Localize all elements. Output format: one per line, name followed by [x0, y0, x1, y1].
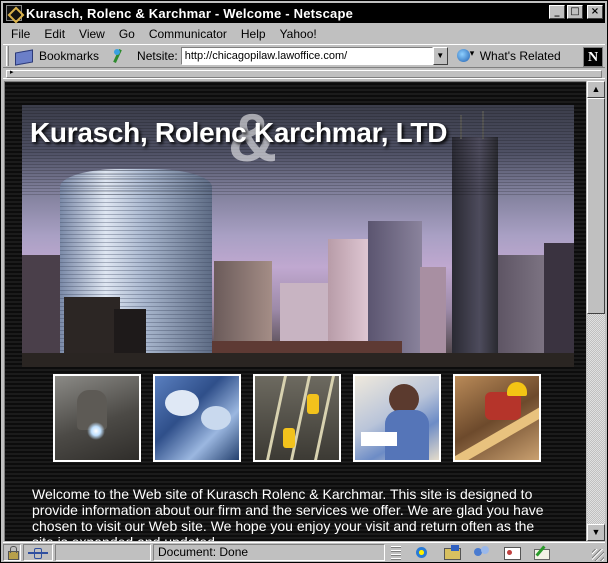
menu-view[interactable]: View	[72, 27, 112, 41]
menu-bar: File Edit View Go Communicator Help Yaho…	[3, 24, 605, 43]
window-controls: _ □ ×	[549, 5, 603, 19]
building-shape	[498, 255, 544, 367]
progress-meter	[55, 544, 151, 561]
menu-go[interactable]: Go	[112, 27, 142, 41]
scroll-up-button[interactable]: ▲	[587, 81, 605, 98]
bookmarks-button[interactable]: Bookmarks	[39, 49, 99, 63]
minimize-button[interactable]: _	[549, 5, 565, 19]
building-shape	[420, 267, 446, 367]
menu-file[interactable]: File	[3, 27, 37, 41]
navigator-icon[interactable]	[413, 545, 431, 560]
resize-grip-icon[interactable]	[592, 549, 604, 561]
connection-icon[interactable]	[23, 544, 53, 561]
firm-name-title: Kurasch, Rolenc Karchmar, LTD	[30, 117, 448, 148]
skyline-banner-image: & Kurasch, Rolenc Karchmar, LTD	[22, 105, 574, 367]
photo-strip	[53, 374, 545, 466]
discussion-groups-icon[interactable]	[473, 545, 491, 560]
welcome-paragraph: Welcome to the Web site of Kurasch Rolen…	[32, 486, 544, 541]
address-book-icon[interactable]	[503, 545, 521, 560]
browser-window: Kurasch, Rolenc & Karchmar - Welcome - N…	[0, 0, 608, 563]
building-shape	[22, 255, 62, 367]
surgeon-mask	[165, 390, 199, 416]
scroll-down-button[interactable]: ▼	[587, 524, 605, 541]
location-toolbar: Bookmarks Netsite: http://chicagopilaw.l…	[3, 44, 605, 68]
netscape-logo-icon[interactable]: N	[583, 47, 603, 67]
menu-help[interactable]: Help	[234, 27, 273, 41]
bookmarks-icon[interactable]	[13, 48, 35, 64]
component-bar-grip[interactable]	[391, 545, 401, 560]
netscape-app-icon[interactable]	[6, 5, 22, 21]
photo-construction-worker	[453, 374, 541, 462]
location-dropdown-button[interactable]: ▼	[432, 47, 448, 65]
hard-hat	[507, 382, 527, 396]
building-shape	[544, 243, 574, 367]
ground-shape	[22, 353, 574, 367]
maximize-button[interactable]: □	[567, 5, 583, 19]
menu-communicator[interactable]: Communicator	[142, 27, 234, 41]
title-bar: Kurasch, Rolenc & Karchmar - Welcome - N…	[3, 3, 605, 23]
collapsed-toolbar-strip: ▸	[3, 69, 605, 79]
menu-yahoo[interactable]: Yahoo!	[273, 27, 324, 41]
worker-torso	[485, 392, 521, 420]
whats-related-icon[interactable]	[456, 48, 476, 64]
photo-welder	[53, 374, 141, 462]
expand-arrow-icon: ▸	[10, 69, 14, 76]
paper-stack	[361, 432, 397, 446]
photo-traffic	[253, 374, 341, 462]
surgeon-mask	[201, 406, 231, 430]
security-lock-icon[interactable]	[3, 544, 21, 561]
taxi-car	[307, 394, 319, 414]
page-proxy-icon[interactable]	[111, 48, 125, 64]
vertical-scrollbar[interactable]: ▲ ▼	[587, 81, 605, 541]
netsite-label: Netsite:	[137, 49, 178, 63]
component-bar	[391, 545, 551, 560]
collapsed-toolbar-tab[interactable]: ▸	[6, 69, 602, 78]
page-content: & Kurasch, Rolenc Karchmar, LTD Welcome …	[4, 81, 586, 541]
road-lane	[314, 376, 335, 460]
close-button[interactable]: ×	[587, 5, 603, 19]
mailbox-icon[interactable]	[443, 545, 461, 560]
composer-icon[interactable]	[533, 545, 551, 560]
taxi-car	[283, 428, 295, 448]
photo-surgeons	[153, 374, 241, 462]
scroll-thumb[interactable]	[587, 98, 605, 314]
welding-spark	[87, 422, 105, 440]
status-text: Document: Done	[153, 544, 385, 561]
toolbar-grip[interactable]	[6, 46, 9, 66]
whats-related-button[interactable]: What's Related	[480, 49, 561, 63]
location-input[interactable]: http://chicagopilaw.lawoffice.com/	[180, 47, 433, 65]
menu-edit[interactable]: Edit	[37, 27, 72, 41]
status-bar: Document: Done	[3, 542, 605, 562]
photo-office-worker	[353, 374, 441, 462]
window-title: Kurasch, Rolenc & Karchmar - Welcome - N…	[26, 5, 354, 21]
